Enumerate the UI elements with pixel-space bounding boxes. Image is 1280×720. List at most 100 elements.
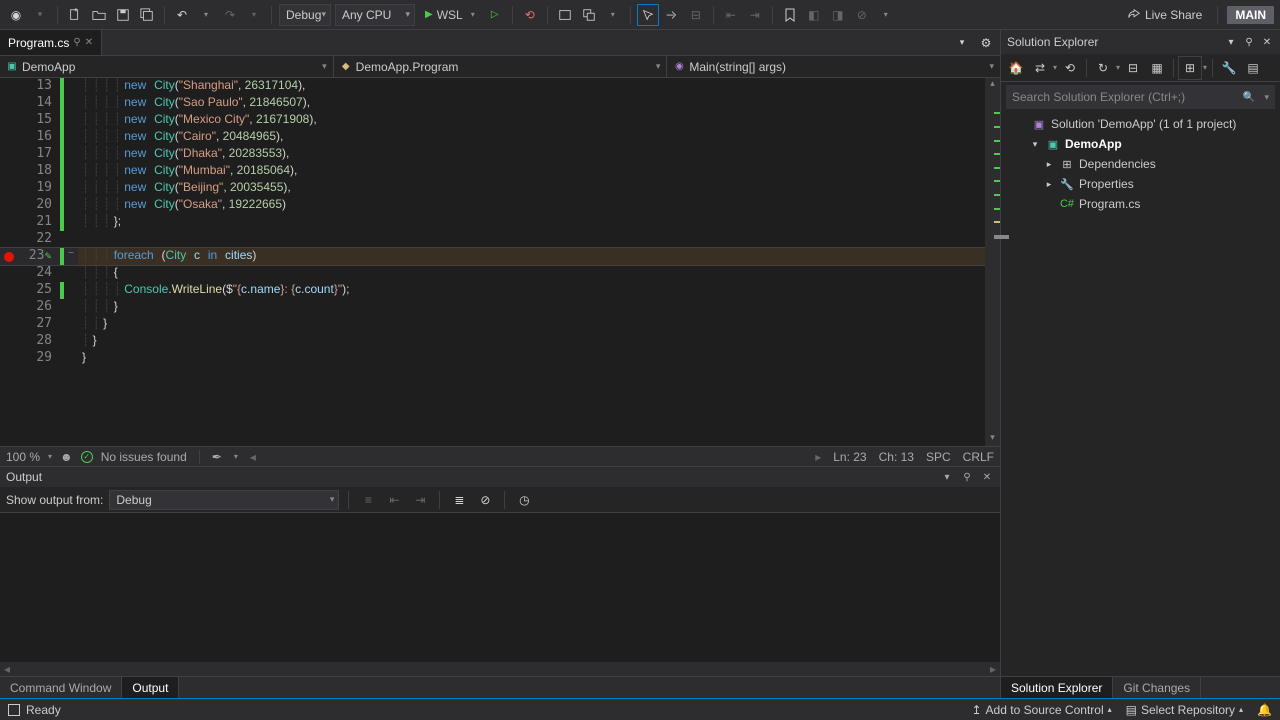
output-body[interactable] xyxy=(0,513,1000,662)
bookmark-next-icon[interactable]: ◨ xyxy=(828,5,848,25)
se-search-input[interactable]: Search Solution Explorer (Ctrl+;) ▾ xyxy=(1006,85,1275,109)
eol-label[interactable]: CRLF xyxy=(963,450,994,464)
se-properties-icon[interactable]: 🔧 xyxy=(1218,57,1240,79)
se-preview-icon[interactable]: ▤ xyxy=(1242,57,1264,79)
open-icon[interactable] xyxy=(89,5,109,25)
editor-tab[interactable]: Program.cs ⚲ ✕ xyxy=(0,30,102,55)
bookmark-clear-icon[interactable]: ⊘ xyxy=(852,5,872,25)
config-label: Debug xyxy=(286,8,321,22)
tab-solution-explorer[interactable]: Solution Explorer xyxy=(1001,677,1113,698)
tab-git-changes[interactable]: Git Changes xyxy=(1113,677,1201,698)
config-combo[interactable]: Debug xyxy=(279,4,331,26)
bookmark-icon[interactable] xyxy=(780,5,800,25)
nav-project-label: DemoApp xyxy=(22,60,75,74)
se-refresh-icon[interactable]: ↻ xyxy=(1092,57,1114,79)
platform-combo[interactable]: Any CPU xyxy=(335,4,415,26)
brush-icon[interactable]: ✒ xyxy=(212,450,222,464)
se-showall-icon[interactable]: ▦ xyxy=(1146,57,1168,79)
indent-more-icon[interactable]: ⇥ xyxy=(745,5,765,25)
out-clear-icon[interactable]: ⊘ xyxy=(475,490,495,510)
code-editor[interactable]: 13┊ ┊ ┊ ┊ new City("Shanghai", 26317104)… xyxy=(0,78,1000,446)
out-tool3-icon[interactable]: ⇥ xyxy=(410,490,430,510)
se-switch-icon[interactable]: ⇄ xyxy=(1029,57,1051,79)
zoom-dd-icon[interactable]: ▾ xyxy=(48,452,52,461)
se-dropdown-icon[interactable]: ▾ xyxy=(1224,37,1238,48)
toolbar-overflow-icon[interactable]: ▾ xyxy=(876,5,896,25)
zoom-label[interactable]: 100 % xyxy=(6,450,40,464)
save-all-icon[interactable] xyxy=(137,5,157,25)
tool3-icon[interactable]: ⊟ xyxy=(686,5,706,25)
tabs-dropdown-icon[interactable]: ▾ xyxy=(952,33,972,53)
selection-icon[interactable] xyxy=(638,5,658,25)
indent-mode-label[interactable]: SPC xyxy=(926,450,951,464)
output-source-combo[interactable]: Debug xyxy=(109,490,339,510)
caret-line-label: Ln: 23 xyxy=(833,450,866,464)
tool2-icon[interactable] xyxy=(579,5,599,25)
tab-output[interactable]: Output xyxy=(122,677,179,698)
tree-project[interactable]: ▾▣DemoApp xyxy=(1001,134,1280,154)
panel-pin-icon[interactable]: ⚲ xyxy=(960,472,974,483)
se-sync-icon[interactable]: ⟲ xyxy=(1059,57,1081,79)
expand-icon[interactable]: ▸ xyxy=(1043,159,1055,170)
hot-reload-icon[interactable]: ⟲ xyxy=(520,5,540,25)
scroll-left-icon[interactable]: ◂ xyxy=(250,450,256,464)
se-pin-icon[interactable]: ⚲ xyxy=(1242,37,1256,48)
expand-icon[interactable]: ▸ xyxy=(1043,179,1055,190)
nav-method[interactable]: ◉Main(string[] args) xyxy=(667,56,1000,77)
save-icon[interactable] xyxy=(113,5,133,25)
add-source-control-button[interactable]: ↥Add to Source Control▴ xyxy=(971,703,1111,717)
start-wo-debug-icon[interactable]: ▷ xyxy=(485,5,505,25)
nav-class[interactable]: ◆DemoApp.Program xyxy=(334,56,668,77)
repo-icon: ▤ xyxy=(1126,703,1137,717)
se-collapse-icon[interactable]: ⊟ xyxy=(1122,57,1144,79)
feedback-icon[interactable]: ☻ xyxy=(60,450,73,464)
tab-settings-icon[interactable]: ⚙ xyxy=(976,33,996,53)
output-title-label: Output xyxy=(6,470,934,484)
redo-dd-icon[interactable]: ▾ xyxy=(244,5,264,25)
issues-label[interactable]: No issues found xyxy=(101,450,187,464)
nav-back-icon[interactable]: ◉ xyxy=(6,5,26,25)
tab-out-label: Output xyxy=(132,681,168,695)
branch-badge[interactable]: MAIN xyxy=(1227,6,1274,24)
tree-file[interactable]: C#Program.cs xyxy=(1001,194,1280,214)
nav-fwd-icon[interactable]: ▾ xyxy=(30,5,50,25)
output-source-label: Debug xyxy=(116,493,151,507)
wrench-icon: 🔧 xyxy=(1059,178,1075,191)
close-icon[interactable]: ✕ xyxy=(85,37,93,48)
se-close-icon[interactable]: ✕ xyxy=(1260,37,1274,48)
expand-icon[interactable]: ▾ xyxy=(1029,139,1041,150)
new-file-icon[interactable] xyxy=(65,5,85,25)
scroll-right-icon[interactable]: ▸ xyxy=(815,450,821,464)
out-clock-icon[interactable]: ◷ xyxy=(514,490,534,510)
solution-explorer-panel: Solution Explorer ▾⚲✕ 🏠 ⇄▾ ⟲ ↻▾ ⊟ ▦ ⊞▾ 🔧… xyxy=(1000,30,1280,698)
pin-icon[interactable]: ⚲ xyxy=(73,37,80,48)
start-debug-button[interactable]: ▶WSL▾ xyxy=(419,4,481,26)
undo-dd-icon[interactable]: ▾ xyxy=(196,5,216,25)
undo-icon[interactable]: ↶ xyxy=(172,5,192,25)
bookmark-prev-icon[interactable]: ◧ xyxy=(804,5,824,25)
step-icon[interactable] xyxy=(662,5,682,25)
tree-properties[interactable]: ▸🔧Properties xyxy=(1001,174,1280,194)
tool1-icon[interactable] xyxy=(555,5,575,25)
se-bottom-tabs: Solution Explorer Git Changes xyxy=(1001,676,1280,698)
out-tool1-icon[interactable]: ≡ xyxy=(358,490,378,510)
output-hscroll[interactable]: ◂▸ xyxy=(0,662,1000,676)
panel-close-icon[interactable]: ✕ xyxy=(980,472,994,483)
tool2-dd[interactable]: ▾ xyxy=(603,5,623,25)
out-wrap-icon[interactable]: ≣ xyxy=(449,490,469,510)
se-home-icon[interactable]: 🏠 xyxy=(1005,57,1027,79)
se-filter-icon[interactable]: ⊞ xyxy=(1179,57,1201,79)
tab-command-window[interactable]: Command Window xyxy=(0,677,122,698)
redo-icon[interactable]: ↷ xyxy=(220,5,240,25)
se-search-dd-icon[interactable]: ▾ xyxy=(1264,92,1269,103)
nav-project[interactable]: ▣DemoApp xyxy=(0,56,334,77)
out-tool2-icon[interactable]: ⇤ xyxy=(384,490,404,510)
panel-dropdown-icon[interactable]: ▾ xyxy=(940,472,954,483)
select-repo-button[interactable]: ▤Select Repository▴ xyxy=(1126,703,1243,717)
live-share-button[interactable]: Live Share xyxy=(1121,8,1208,22)
indent-less-icon[interactable]: ⇤ xyxy=(721,5,741,25)
tree-dependencies[interactable]: ▸⊞Dependencies xyxy=(1001,154,1280,174)
tree-solution[interactable]: ▣Solution 'DemoApp' (1 of 1 project) xyxy=(1001,114,1280,134)
editor-scrollbar[interactable]: ▴ ▾ xyxy=(985,78,1000,446)
notifications-icon[interactable]: 🔔 xyxy=(1257,703,1272,717)
